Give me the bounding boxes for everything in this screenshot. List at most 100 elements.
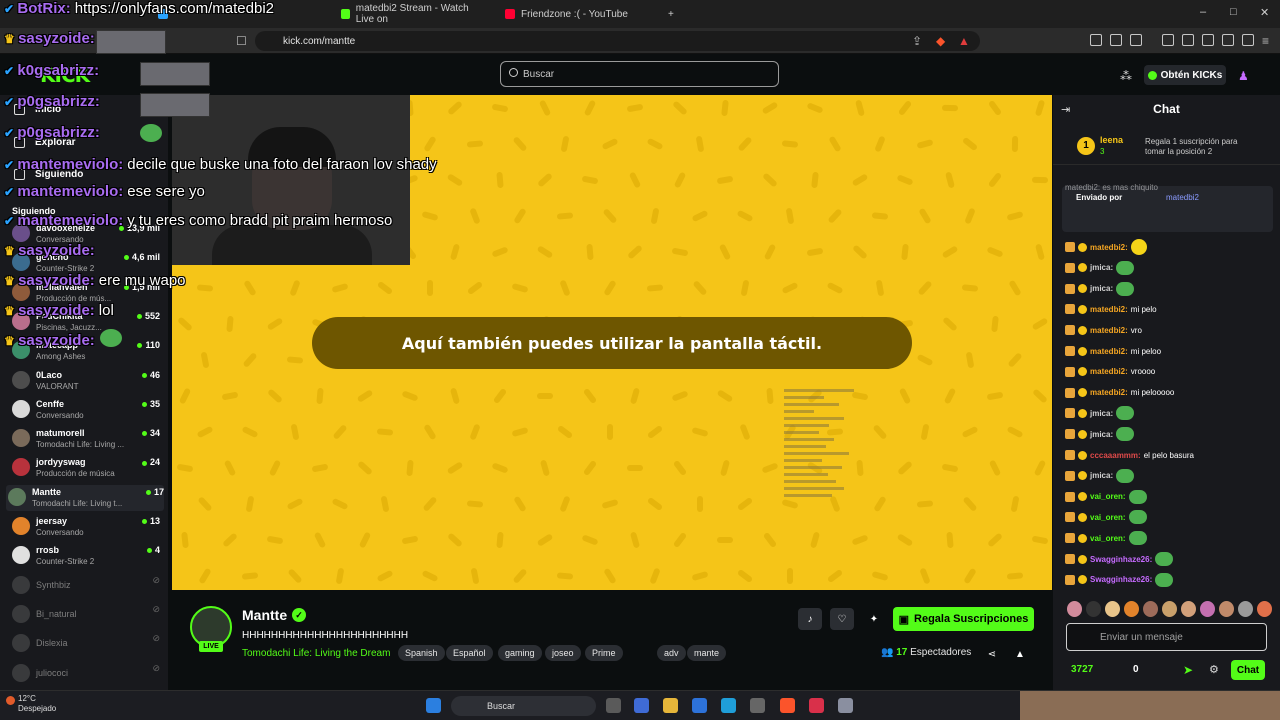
- emote-picker-icon[interactable]: [1181, 601, 1196, 617]
- channel-item[interactable]: jordyyswag Producción de música 24: [10, 455, 160, 481]
- get-kicks-button[interactable]: Obtén KICKs: [1144, 65, 1226, 85]
- vpn-icon[interactable]: [1242, 34, 1254, 46]
- channel-item[interactable]: Cenffe Conversando 35: [10, 397, 160, 423]
- chat-message[interactable]: Swagginhaze26:: [1065, 572, 1174, 588]
- chat-message[interactable]: matedbi2: mi pelo: [1065, 301, 1157, 317]
- sidebar-item-inicio[interactable]: Inicio: [14, 104, 61, 115]
- emote-picker-icon[interactable]: [1105, 601, 1120, 617]
- report-icon[interactable]: ▲: [1008, 643, 1032, 665]
- bookmark-icon[interactable]: ☐: [236, 34, 247, 48]
- chat-message[interactable]: vai_oren:: [1065, 509, 1147, 525]
- channel-item[interactable]: Synthbiz ⊘: [10, 573, 160, 599]
- channel-item[interactable]: goncho Counter-Strike 2 4,6 mil: [10, 250, 160, 276]
- windows-start-icon[interactable]: [426, 698, 441, 713]
- chat-message[interactable]: matedbi2:: [1065, 239, 1147, 255]
- chat-username[interactable]: jmica:: [1090, 471, 1113, 480]
- avatar[interactable]: ♟: [1238, 69, 1249, 83]
- chat-message[interactable]: jmica:: [1065, 405, 1135, 421]
- leo-icon[interactable]: [1222, 34, 1234, 46]
- sidebar-item-siguiendo[interactable]: Siguiendo: [14, 169, 83, 180]
- chat-username[interactable]: vai_oren:: [1090, 534, 1126, 543]
- emote-picker-icon[interactable]: [1086, 601, 1101, 617]
- channel-item[interactable]: Bi_natural ⊘: [10, 602, 160, 628]
- emote-picker-icon[interactable]: [1124, 601, 1139, 617]
- chat-username[interactable]: matedbi2:: [1090, 388, 1128, 397]
- chat-username[interactable]: matedbi2:: [1090, 326, 1128, 335]
- pinned-user[interactable]: matedbi2: [1166, 193, 1199, 202]
- stream-tag[interactable]: Español: [446, 645, 493, 661]
- chat-username[interactable]: matedbi2:: [1090, 367, 1128, 376]
- music-icon[interactable]: [1162, 34, 1174, 46]
- kick-logo[interactable]: KICK: [40, 63, 90, 87]
- emote-picker-icon[interactable]: [1257, 601, 1272, 617]
- edge-icon[interactable]: [721, 698, 736, 713]
- kicks-balance[interactable]: 3727: [1071, 664, 1093, 675]
- emote-picker-icon[interactable]: [1219, 601, 1234, 617]
- chat-username[interactable]: Swagginhaze26:: [1090, 575, 1152, 584]
- channel-item[interactable]: davooxeneize Conversando 13,9 mil: [10, 221, 160, 247]
- stream-category[interactable]: Tomodachi Life: Living the Dream: [242, 648, 390, 659]
- leader-name[interactable]: leena: [1100, 135, 1123, 145]
- sparkle-icon[interactable]: ✦: [862, 608, 886, 630]
- chat-message[interactable]: jmica:: [1065, 260, 1135, 276]
- wallet-icon[interactable]: [1202, 34, 1214, 46]
- chat-username[interactable]: jmica:: [1090, 430, 1113, 439]
- chat-message[interactable]: jmica:: [1065, 426, 1135, 442]
- chat-username[interactable]: jmica:: [1090, 284, 1113, 293]
- emote-picker-icon[interactable]: [1067, 601, 1082, 617]
- settings-app-icon[interactable]: [838, 698, 853, 713]
- extension-icon[interactable]: [1090, 34, 1102, 46]
- channel-item[interactable]: jeersay Conversando 13: [10, 514, 160, 540]
- stream-tag[interactable]: Prime: [585, 645, 623, 661]
- chat-message-input[interactable]: Enviar un mensaje: [1066, 623, 1267, 651]
- stream-tag[interactable]: mante: [687, 645, 727, 661]
- capture-icon[interactable]: [1130, 34, 1142, 46]
- emote-picker-icon[interactable]: [1238, 601, 1253, 617]
- video-player[interactable]: Aquí también puedes utilizar la pantalla…: [172, 95, 1052, 590]
- settings-gear-icon[interactable]: ⚙: [1209, 663, 1219, 676]
- file-explorer-icon[interactable]: [663, 698, 678, 713]
- channel-item[interactable]: matecapp Among Ashes 110: [10, 338, 160, 364]
- tab-botrix[interactable]: [150, 4, 330, 24]
- url-field[interactable]: kick.com/mantte: [255, 31, 980, 51]
- chat-username[interactable]: vai_oren:: [1090, 513, 1126, 522]
- stream-tag[interactable]: Spanish: [398, 645, 445, 661]
- sidebar-item-explorar[interactable]: Explorar: [14, 137, 76, 148]
- app-icon[interactable]: [750, 698, 765, 713]
- chat-username[interactable]: jmica:: [1090, 263, 1113, 272]
- points-balance[interactable]: 0: [1133, 664, 1139, 675]
- tab-youtube[interactable]: Friendzone :( - YouTube: [497, 4, 657, 24]
- send-kicks-icon[interactable]: ➤: [1183, 663, 1193, 677]
- chat-username[interactable]: jmica:: [1090, 409, 1113, 418]
- follow-heart-button[interactable]: ♡: [830, 608, 854, 630]
- chat-username[interactable]: matedbi2:: [1090, 305, 1128, 314]
- chat-message[interactable]: jmica:: [1065, 468, 1135, 484]
- rewards-icon[interactable]: ▲: [958, 34, 970, 48]
- search-input[interactable]: Buscar: [500, 61, 779, 87]
- notification-bell-button[interactable]: ♪: [798, 608, 822, 630]
- share-icon[interactable]: ⇪: [912, 34, 922, 48]
- chat-message[interactable]: vai_oren:: [1065, 530, 1147, 546]
- emote-picker-icon[interactable]: [1162, 601, 1177, 617]
- chat-username[interactable]: Swagginhaze26:: [1090, 555, 1152, 564]
- weather-widget[interactable]: 12°C Despejado: [6, 694, 56, 714]
- brave-shield-icon[interactable]: ◆: [936, 34, 945, 48]
- channel-item[interactable]: Dislexia ⊘: [10, 631, 160, 657]
- channel-item[interactable]: rrosb Counter-Strike 2 4: [10, 543, 160, 569]
- channel-item[interactable]: melianvalen Producción de mús... 1,5 mil: [10, 280, 160, 306]
- stream-tag[interactable]: gaming: [498, 645, 542, 661]
- maximize-button[interactable]: □: [1230, 6, 1237, 18]
- puzzle-icon[interactable]: [1110, 34, 1122, 46]
- chat-message[interactable]: matedbi2: vro: [1065, 322, 1142, 338]
- taskbar-search[interactable]: Buscar: [451, 696, 596, 716]
- chat-username[interactable]: vai_oren:: [1090, 492, 1126, 501]
- chat-message[interactable]: matedbi2: vroooo: [1065, 364, 1155, 380]
- kick-k-icon[interactable]: ⁂: [1120, 69, 1132, 83]
- emote-picker-icon[interactable]: [1143, 601, 1158, 617]
- channel-item[interactable]: Mantte Tomodachi Life: Living t... 17: [6, 484, 164, 511]
- tab-matedbi2[interactable]: matedbi2 Stream - Watch Live on: [333, 3, 493, 25]
- emote-picker-icon[interactable]: [1200, 601, 1215, 617]
- chat-message[interactable]: matedbi2: mi pelooooo: [1065, 385, 1174, 401]
- channel-item[interactable]: PauChikita Piscinas, Jacuzz... 552: [10, 309, 160, 335]
- brave-icon[interactable]: [780, 698, 795, 713]
